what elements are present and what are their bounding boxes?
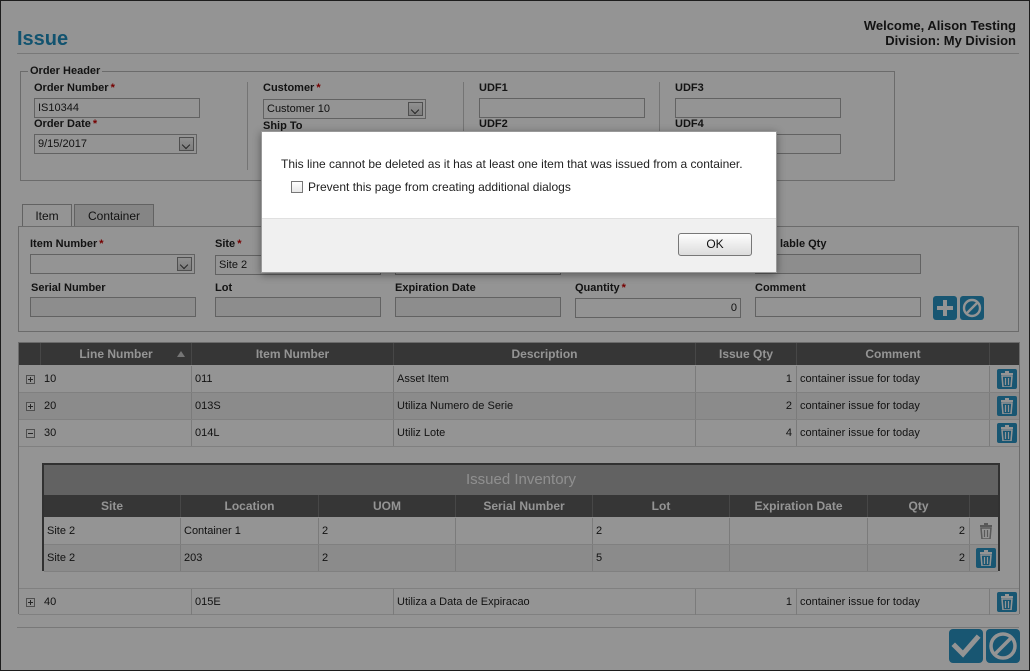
ok-button[interactable]: OK [678,233,752,256]
prevent-dialogs-checkbox[interactable] [291,181,303,193]
modal-overlay [0,0,1030,671]
dialog-footer: OK [262,218,776,272]
alert-dialog: This line cannot be deleted as it has at… [261,131,777,273]
prevent-dialogs-label[interactable]: Prevent this page from creating addition… [308,180,571,194]
dialog-message: This line cannot be deleted as it has at… [281,157,743,171]
